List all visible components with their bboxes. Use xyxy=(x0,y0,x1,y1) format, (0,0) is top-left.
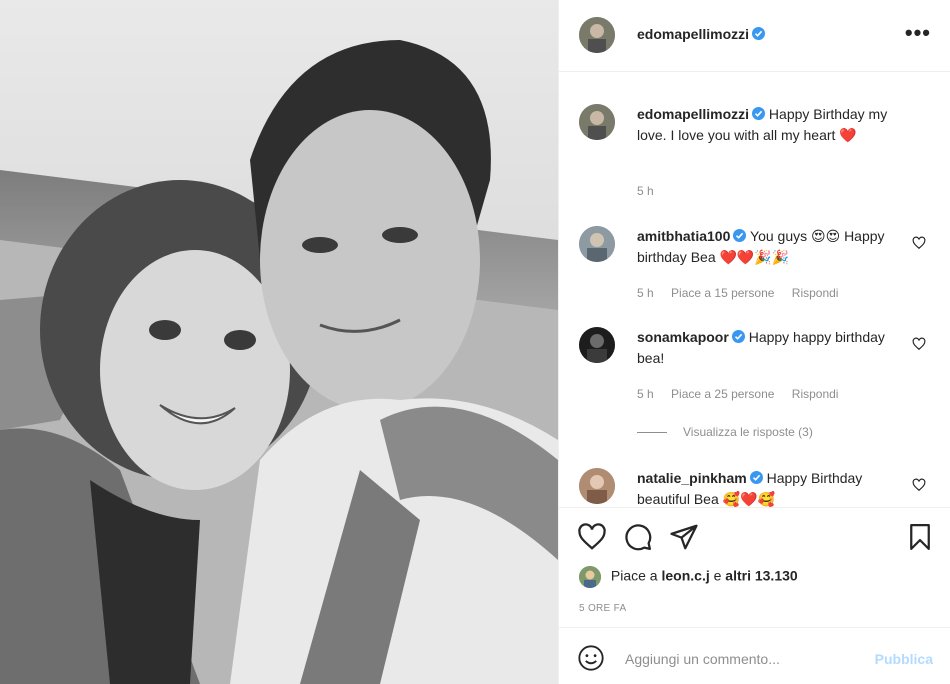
comment-username[interactable]: sonamkapoor xyxy=(637,329,729,345)
add-comment-bar: Aggiungi un commento... Pubblica xyxy=(559,627,950,684)
like-heart-icon[interactable] xyxy=(577,522,607,552)
post-side-panel: edomapellimozzi ••• edomapellimozzi Happ… xyxy=(558,0,950,684)
comment-likes[interactable]: Piace a 15 persone xyxy=(671,286,774,300)
verified-icon xyxy=(749,471,763,484)
comment-likes[interactable]: Piace a 25 persone xyxy=(671,387,774,401)
post-actions: Piace a leon.c.j e altri 13.130 5 ORE FA xyxy=(559,507,950,627)
emoji-smile-icon[interactable] xyxy=(577,644,605,672)
caption-text: edomapellimozzi Happy Birthday my love. … xyxy=(637,104,907,146)
heart-emoji: ❤️ xyxy=(839,127,857,143)
comment-text: amitbhatia100 You guys 😍😍 Happy birthday… xyxy=(637,226,907,268)
verified-icon xyxy=(752,107,766,120)
author-username-text[interactable]: edomapellimozzi xyxy=(637,26,749,42)
share-paper-plane-icon[interactable] xyxy=(669,522,699,552)
avatar-image xyxy=(579,566,601,588)
couple-photo xyxy=(0,0,558,684)
comment-item: natalie_pinkham Happy Birthday beautiful… xyxy=(579,468,934,507)
liker-username[interactable]: leon.c.j xyxy=(661,568,709,584)
comment-username[interactable]: amitbhatia100 xyxy=(637,228,730,244)
add-comment-input[interactable]: Aggiungi un commento... xyxy=(625,651,780,667)
view-replies-label[interactable]: Visualizza le risposte (3) xyxy=(683,425,813,439)
post-timestamp[interactable]: 5 ORE FA xyxy=(579,603,626,614)
comment-meta: 5 h Piace a 25 persone Rispondi xyxy=(637,387,852,401)
liker-avatar xyxy=(579,566,601,588)
comment-time[interactable]: 5 h xyxy=(637,286,654,300)
view-replies-button[interactable]: Visualizza le risposte (3) xyxy=(637,425,813,439)
caption-username[interactable]: edomapellimozzi xyxy=(637,106,749,122)
avatar-image xyxy=(579,104,615,140)
more-options-icon[interactable]: ••• xyxy=(905,22,931,44)
publish-button[interactable]: Pubblica xyxy=(875,651,933,667)
avatar-image xyxy=(579,327,615,363)
avatar-image xyxy=(579,226,615,262)
comment-item: sonamkapoor Happy happy birthday bea! 5 … xyxy=(579,327,934,407)
comment-bubble-icon[interactable] xyxy=(623,522,653,552)
caption-meta: 5 h xyxy=(637,184,668,198)
verified-icon xyxy=(733,229,747,242)
likes-others-count[interactable]: altri 13.130 xyxy=(725,568,797,584)
comment-meta: 5 h Piace a 15 persone Rispondi xyxy=(637,286,852,300)
likes-conjunction: e xyxy=(713,567,722,584)
commenter-avatar[interactable] xyxy=(579,327,615,363)
verified-icon xyxy=(752,27,766,40)
save-bookmark-icon[interactable] xyxy=(905,522,935,552)
caption-time[interactable]: 5 h xyxy=(637,184,654,198)
verified-icon xyxy=(731,330,745,343)
like-comment-heart-icon[interactable] xyxy=(912,337,926,351)
comment-item: amitbhatia100 You guys 😍😍 Happy birthday… xyxy=(579,226,934,306)
likes-summary[interactable]: Piace a leon.c.j e altri 13.130 xyxy=(579,566,798,588)
commenter-avatar[interactable] xyxy=(579,226,615,262)
like-comment-heart-icon[interactable] xyxy=(912,236,926,250)
avatar-image xyxy=(579,468,615,504)
caption-avatar[interactable] xyxy=(579,104,615,140)
replies-divider-line xyxy=(637,432,667,434)
comment-text: sonamkapoor Happy happy birthday bea! xyxy=(637,327,907,369)
likes-prefix: Piace a xyxy=(610,567,658,584)
comment-time[interactable]: 5 h xyxy=(637,387,654,401)
author-avatar[interactable] xyxy=(579,17,615,53)
reply-button[interactable]: Rispondi xyxy=(792,286,839,300)
post-header: edomapellimozzi ••• xyxy=(559,0,950,72)
commenter-avatar[interactable] xyxy=(579,468,615,504)
reply-button[interactable]: Rispondi xyxy=(792,387,839,401)
caption-item: edomapellimozzi Happy Birthday my love. … xyxy=(579,104,934,204)
comments-list[interactable]: edomapellimozzi Happy Birthday my love. … xyxy=(559,72,950,507)
comment-username[interactable]: natalie_pinkham xyxy=(637,470,747,486)
avatar-image xyxy=(579,17,615,53)
post-photo[interactable] xyxy=(0,0,558,684)
author-username[interactable]: edomapellimozzi xyxy=(637,26,766,42)
like-comment-heart-icon[interactable] xyxy=(912,478,926,492)
comment-text: natalie_pinkham Happy Birthday beautiful… xyxy=(637,468,907,507)
